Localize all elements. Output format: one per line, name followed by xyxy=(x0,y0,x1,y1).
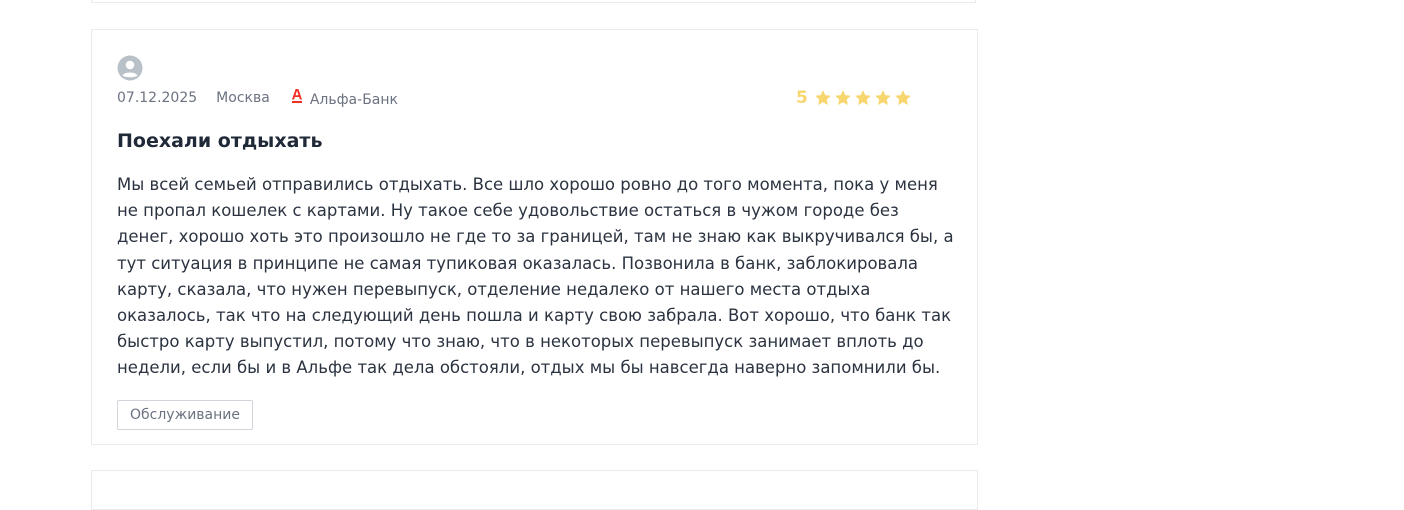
next-review-card xyxy=(91,470,978,510)
star-icon xyxy=(895,90,911,105)
star-icon xyxy=(835,90,851,105)
rating-stars xyxy=(814,89,914,107)
review-card: 07.12.2025 Москва Альфа-Банк 5 Поехали о… xyxy=(91,29,978,445)
star-icon xyxy=(855,90,871,105)
previous-review-card xyxy=(91,0,976,3)
review-tag[interactable]: Обслуживание xyxy=(117,400,253,430)
star-icon xyxy=(815,90,831,105)
review-rating: 5 xyxy=(796,88,914,108)
user-avatar-icon xyxy=(117,55,143,81)
bank-name: Альфа-Банк xyxy=(309,92,398,108)
star-icon xyxy=(875,90,891,105)
review-title: Поехали отдыхать xyxy=(117,130,323,152)
review-bank[interactable]: Альфа-Банк xyxy=(291,89,398,108)
review-meta: 07.12.2025 Москва Альфа-Банк xyxy=(117,89,398,108)
review-city: Москва xyxy=(216,90,270,106)
review-text: Мы всей семьей отправились отдыхать. Все… xyxy=(117,175,954,378)
review-date: 07.12.2025 xyxy=(117,90,198,106)
alfa-bank-logo-icon xyxy=(291,89,302,103)
rating-value: 5 xyxy=(796,88,808,108)
